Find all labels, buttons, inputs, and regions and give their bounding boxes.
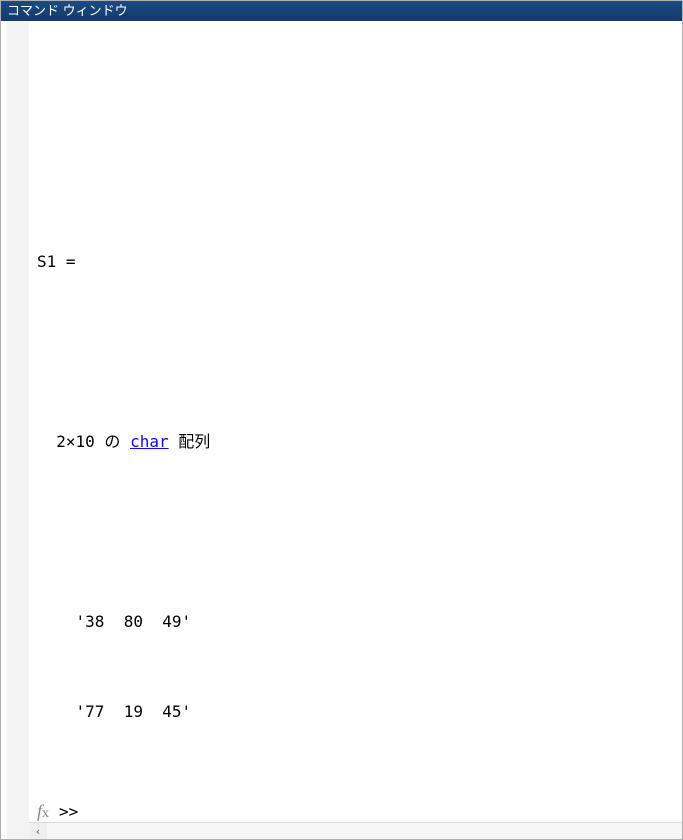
gutter	[7, 21, 29, 839]
content-wrap: S1 = 2×10 の char 配列 '38 80 49' '77 19 45…	[29, 21, 682, 839]
window-body: S1 = 2×10 の char 配列 '38 80 49' '77 19 45…	[1, 21, 682, 839]
command-output[interactable]: S1 = 2×10 の char 配列 '38 80 49' '77 19 45…	[29, 21, 682, 801]
fx-icon[interactable]: fx	[29, 801, 57, 822]
blank	[37, 337, 674, 367]
blank	[37, 787, 674, 801]
type-link-char[interactable]: char	[130, 432, 169, 451]
scroll-left-arrow-icon[interactable]: ‹	[29, 823, 47, 839]
prompt-symbol: >>	[57, 802, 78, 821]
titlebar[interactable]: コマンド ウィンドウ	[1, 1, 682, 21]
window-title: コマンド ウィンドウ	[7, 3, 128, 18]
prompt-row[interactable]: fx >>	[29, 801, 682, 822]
command-window: コマンド ウィンドウ S1 = 2×10 の char 配列 '38 80 49…	[0, 0, 683, 840]
output-var-header: S1 =	[37, 247, 674, 277]
output-dims: 2×10 の char 配列	[37, 427, 674, 457]
blank	[37, 517, 674, 547]
dims-post: 配列	[169, 432, 211, 451]
scroll-track[interactable]	[47, 823, 682, 839]
blank	[37, 175, 674, 187]
output-line-truncated	[37, 85, 674, 115]
horizontal-scrollbar[interactable]: ‹	[29, 822, 682, 839]
dims-pre: 2×10 の	[37, 432, 130, 451]
output-row: '38 80 49'	[37, 607, 674, 637]
output-row: '77 19 45'	[37, 697, 674, 727]
